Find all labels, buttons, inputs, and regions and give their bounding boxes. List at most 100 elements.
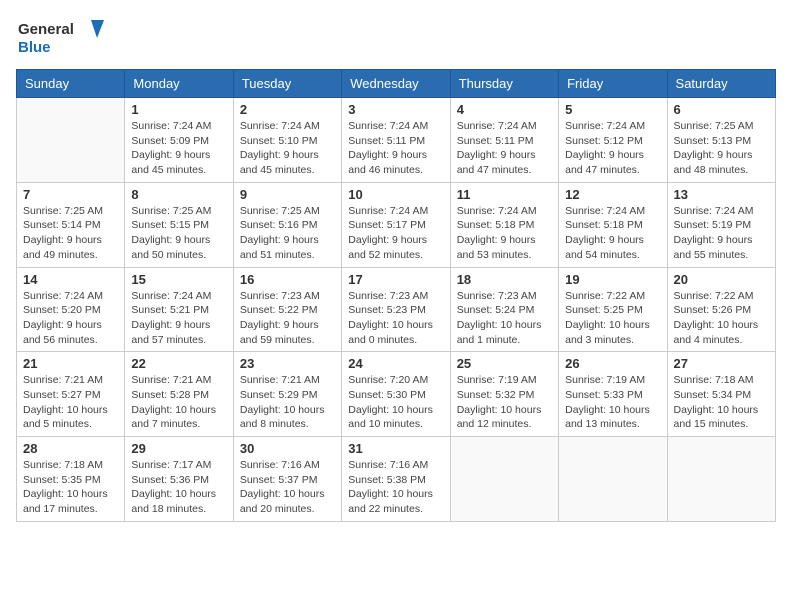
day-info: Sunrise: 7:23 AMSunset: 5:24 PMDaylight:… — [457, 289, 552, 348]
calendar-cell: 30 Sunrise: 7:16 AMSunset: 5:37 PMDayligh… — [233, 437, 341, 522]
day-number: 14 — [23, 272, 118, 287]
day-number: 16 — [240, 272, 335, 287]
day-info: Sunrise: 7:16 AMSunset: 5:38 PMDaylight:… — [348, 458, 443, 517]
day-info: Sunrise: 7:24 AMSunset: 5:11 PMDaylight:… — [348, 119, 443, 178]
day-info: Sunrise: 7:17 AMSunset: 5:36 PMDaylight:… — [131, 458, 226, 517]
day-number: 20 — [674, 272, 769, 287]
calendar-cell: 3 Sunrise: 7:24 AMSunset: 5:11 PMDaylight… — [342, 98, 450, 183]
day-info: Sunrise: 7:21 AMSunset: 5:29 PMDaylight:… — [240, 373, 335, 432]
day-info: Sunrise: 7:21 AMSunset: 5:28 PMDaylight:… — [131, 373, 226, 432]
day-info: Sunrise: 7:22 AMSunset: 5:26 PMDaylight:… — [674, 289, 769, 348]
calendar-cell: 4 Sunrise: 7:24 AMSunset: 5:11 PMDaylight… — [450, 98, 558, 183]
calendar-cell: 25 Sunrise: 7:19 AMSunset: 5:32 PMDayligh… — [450, 352, 558, 437]
day-info: Sunrise: 7:24 AMSunset: 5:20 PMDaylight:… — [23, 289, 118, 348]
day-info: Sunrise: 7:24 AMSunset: 5:17 PMDaylight:… — [348, 204, 443, 263]
weekday-header-saturday: Saturday — [667, 70, 775, 98]
day-info: Sunrise: 7:24 AMSunset: 5:18 PMDaylight:… — [565, 204, 660, 263]
day-info: Sunrise: 7:16 AMSunset: 5:37 PMDaylight:… — [240, 458, 335, 517]
day-info: Sunrise: 7:25 AMSunset: 5:15 PMDaylight:… — [131, 204, 226, 263]
calendar-cell: 31 Sunrise: 7:16 AMSunset: 5:38 PMDayligh… — [342, 437, 450, 522]
calendar-cell — [450, 437, 558, 522]
calendar-week-row: 1 Sunrise: 7:24 AMSunset: 5:09 PMDaylight… — [17, 98, 776, 183]
day-number: 6 — [674, 102, 769, 117]
day-info: Sunrise: 7:18 AMSunset: 5:35 PMDaylight:… — [23, 458, 118, 517]
calendar-cell — [667, 437, 775, 522]
day-number: 25 — [457, 356, 552, 371]
day-info: Sunrise: 7:23 AMSunset: 5:23 PMDaylight:… — [348, 289, 443, 348]
weekday-header-monday: Monday — [125, 70, 233, 98]
logo: General Blue — [16, 16, 106, 61]
calendar-cell: 17 Sunrise: 7:23 AMSunset: 5:23 PMDayligh… — [342, 267, 450, 352]
weekday-header-wednesday: Wednesday — [342, 70, 450, 98]
day-number: 8 — [131, 187, 226, 202]
calendar-cell: 29 Sunrise: 7:17 AMSunset: 5:36 PMDayligh… — [125, 437, 233, 522]
day-number: 4 — [457, 102, 552, 117]
day-info: Sunrise: 7:25 AMSunset: 5:13 PMDaylight:… — [674, 119, 769, 178]
calendar-cell: 28 Sunrise: 7:18 AMSunset: 5:35 PMDayligh… — [17, 437, 125, 522]
day-info: Sunrise: 7:24 AMSunset: 5:18 PMDaylight:… — [457, 204, 552, 263]
calendar-cell: 8 Sunrise: 7:25 AMSunset: 5:15 PMDaylight… — [125, 182, 233, 267]
weekday-header-thursday: Thursday — [450, 70, 558, 98]
calendar-cell: 22 Sunrise: 7:21 AMSunset: 5:28 PMDayligh… — [125, 352, 233, 437]
calendar-cell: 20 Sunrise: 7:22 AMSunset: 5:26 PMDayligh… — [667, 267, 775, 352]
day-info: Sunrise: 7:24 AMSunset: 5:09 PMDaylight:… — [131, 119, 226, 178]
calendar-cell: 24 Sunrise: 7:20 AMSunset: 5:30 PMDayligh… — [342, 352, 450, 437]
calendar-week-row: 7 Sunrise: 7:25 AMSunset: 5:14 PMDaylight… — [17, 182, 776, 267]
day-number: 11 — [457, 187, 552, 202]
day-number: 26 — [565, 356, 660, 371]
calendar-cell: 11 Sunrise: 7:24 AMSunset: 5:18 PMDayligh… — [450, 182, 558, 267]
day-number: 22 — [131, 356, 226, 371]
day-number: 23 — [240, 356, 335, 371]
day-number: 1 — [131, 102, 226, 117]
day-number: 15 — [131, 272, 226, 287]
day-number: 9 — [240, 187, 335, 202]
day-number: 13 — [674, 187, 769, 202]
calendar-cell: 9 Sunrise: 7:25 AMSunset: 5:16 PMDaylight… — [233, 182, 341, 267]
day-info: Sunrise: 7:20 AMSunset: 5:30 PMDaylight:… — [348, 373, 443, 432]
day-number: 28 — [23, 441, 118, 456]
day-info: Sunrise: 7:22 AMSunset: 5:25 PMDaylight:… — [565, 289, 660, 348]
calendar-table: SundayMondayTuesdayWednesdayThursdayFrid… — [16, 69, 776, 522]
day-number: 31 — [348, 441, 443, 456]
day-number: 19 — [565, 272, 660, 287]
day-info: Sunrise: 7:24 AMSunset: 5:21 PMDaylight:… — [131, 289, 226, 348]
calendar-cell: 2Sunrise: 7:24 AMSunset: 5:10 PMDaylight… — [233, 98, 341, 183]
day-info: Sunrise: 7:24 AMSunset: 5:19 PMDaylight:… — [674, 204, 769, 263]
day-info: Sunrise: 7:19 AMSunset: 5:33 PMDaylight:… — [565, 373, 660, 432]
calendar-cell: 13 Sunrise: 7:24 AMSunset: 5:19 PMDayligh… — [667, 182, 775, 267]
day-number: 17 — [348, 272, 443, 287]
day-info: Sunrise: 7:21 AMSunset: 5:27 PMDaylight:… — [23, 373, 118, 432]
day-number: 18 — [457, 272, 552, 287]
day-number: 12 — [565, 187, 660, 202]
calendar-cell: 1 Sunrise: 7:24 AMSunset: 5:09 PMDaylight… — [125, 98, 233, 183]
day-info: Sunrise: 7:19 AMSunset: 5:32 PMDaylight:… — [457, 373, 552, 432]
calendar-week-row: 28 Sunrise: 7:18 AMSunset: 5:35 PMDayligh… — [17, 437, 776, 522]
calendar-cell: 26 Sunrise: 7:19 AMSunset: 5:33 PMDayligh… — [559, 352, 667, 437]
svg-text:Blue: Blue — [18, 39, 51, 56]
day-info: Sunrise: 7:24 AMSunset: 5:11 PMDaylight:… — [457, 119, 552, 178]
day-number: 3 — [348, 102, 443, 117]
day-number: 10 — [348, 187, 443, 202]
day-number: 24 — [348, 356, 443, 371]
svg-text:General: General — [18, 21, 74, 38]
calendar-cell: 5Sunrise: 7:24 AMSunset: 5:12 PMDaylight… — [559, 98, 667, 183]
day-info: Sunrise: 7:24 AMSunset: 5:12 PMDaylight:… — [565, 119, 660, 178]
weekday-header-row: SundayMondayTuesdayWednesdayThursdayFrid… — [17, 70, 776, 98]
calendar-cell — [559, 437, 667, 522]
day-number: 29 — [131, 441, 226, 456]
day-number: 21 — [23, 356, 118, 371]
logo-svg: General Blue — [16, 16, 106, 61]
day-number: 7 — [23, 187, 118, 202]
day-info: Sunrise: 7:25 AMSunset: 5:16 PMDaylight:… — [240, 204, 335, 263]
calendar-cell — [17, 98, 125, 183]
calendar-cell: 16Sunrise: 7:23 AMSunset: 5:22 PMDayligh… — [233, 267, 341, 352]
calendar-cell: 12 Sunrise: 7:24 AMSunset: 5:18 PMDayligh… — [559, 182, 667, 267]
day-number: 2 — [240, 102, 335, 117]
weekday-header-friday: Friday — [559, 70, 667, 98]
calendar-cell: 21 Sunrise: 7:21 AMSunset: 5:27 PMDayligh… — [17, 352, 125, 437]
calendar-cell: 14 Sunrise: 7:24 AMSunset: 5:20 PMDayligh… — [17, 267, 125, 352]
day-number: 30 — [240, 441, 335, 456]
calendar-cell: 15 Sunrise: 7:24 AMSunset: 5:21 PMDayligh… — [125, 267, 233, 352]
day-info: Sunrise: 7:25 AMSunset: 5:14 PMDaylight:… — [23, 204, 118, 263]
header: General Blue — [16, 16, 776, 61]
